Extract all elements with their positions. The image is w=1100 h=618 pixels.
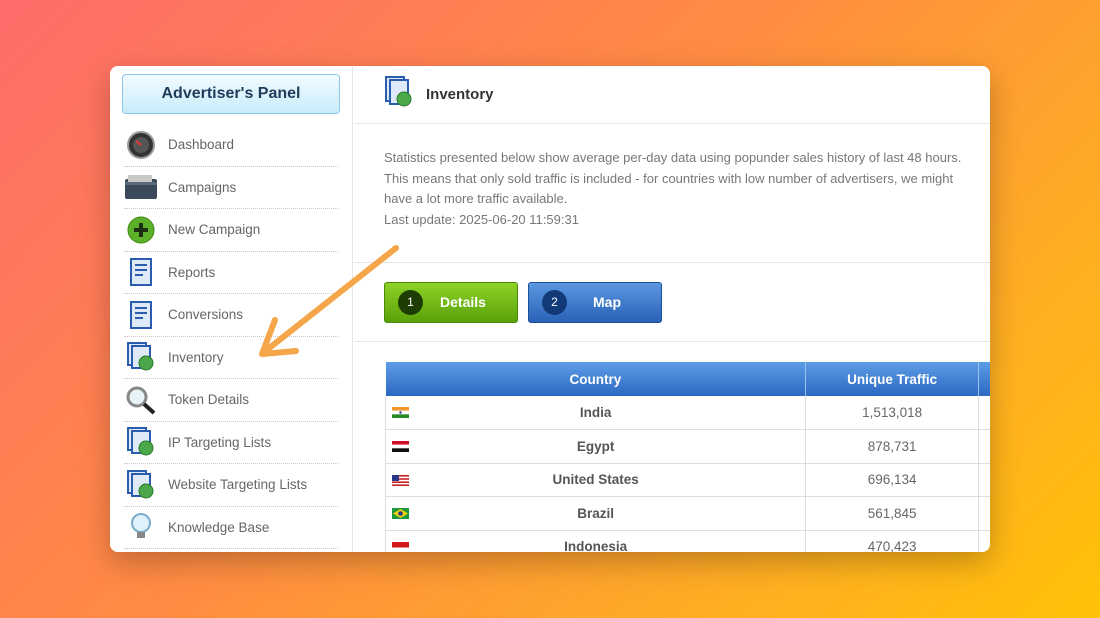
sidebar-item-campaigns[interactable]: Campaigns	[124, 167, 338, 209]
inventory-icon	[124, 340, 158, 374]
egypt-flag-icon	[392, 441, 409, 452]
extra-cell	[978, 496, 990, 531]
inventory-icon	[124, 425, 158, 459]
sidebar-item-label: Website Targeting Lists	[168, 477, 308, 493]
country-cell: India	[384, 396, 807, 430]
inventory-icon	[384, 76, 414, 113]
sidebar-item-website-targeting-lists[interactable]: Website Targeting Lists	[124, 464, 338, 507]
sidebar-item-label: New Campaign	[168, 222, 261, 238]
inventory-description: Statistics presented below show average …	[354, 124, 990, 262]
divider	[354, 341, 990, 342]
country-cell: Indonesia	[384, 530, 807, 552]
sidebar-item-label: IP Targeting Lists	[168, 434, 272, 450]
page-title: Inventory	[426, 86, 494, 103]
extra-cell	[978, 530, 990, 552]
extra-cell	[978, 429, 990, 464]
description-line: have a lot more traffic available.	[384, 191, 568, 206]
table-row: Egypt 878,731	[384, 429, 990, 464]
sidebar-item-knowledge-base[interactable]: Knowledge Base	[124, 507, 338, 549]
last-update-text: Last update: 2025-06-20 11:59:31	[384, 211, 579, 227]
details-tab-button[interactable]: 1 Details	[384, 281, 518, 323]
sidebar-item-dashboard[interactable]: Dashboard	[124, 124, 338, 167]
country-name: United States	[552, 472, 639, 488]
table-row: Indonesia 470,423	[384, 530, 990, 552]
table-row: India 1,513,018	[384, 396, 990, 430]
wallet-icon	[124, 170, 158, 204]
lightbulb-icon	[124, 510, 158, 544]
column-header-country[interactable]: Country	[385, 362, 807, 396]
sidebar-item-label: Conversions	[168, 307, 244, 323]
map-tab-button[interactable]: 2 Map	[528, 281, 662, 323]
country-name: Indonesia	[564, 539, 628, 552]
traffic-cell: 878,731	[805, 429, 980, 464]
country-name: Egypt	[576, 438, 615, 454]
tab-number: 2	[542, 289, 567, 315]
sidebar-nav: Dashboard Campaigns New Campaign Reports	[124, 124, 338, 549]
traffic-cell: 561,845	[805, 496, 980, 531]
country-cell: Brazil	[384, 496, 807, 531]
column-header-extra	[978, 362, 990, 396]
report-icon	[124, 255, 158, 289]
report-icon	[124, 298, 158, 332]
country-cell: United States	[384, 463, 807, 497]
description-line: Statistics presented below show average …	[384, 150, 962, 165]
us-flag-icon	[392, 474, 409, 486]
inventory-icon	[124, 468, 158, 502]
description-line: This means that only sold traffic is inc…	[384, 170, 954, 186]
gauge-icon	[124, 128, 158, 162]
sidebar: Advertiser's Panel Dashboard Campaigns N…	[110, 66, 353, 552]
country-name: India	[579, 405, 612, 420]
sidebar-item-label: Campaigns	[168, 179, 237, 195]
country-cell: Egypt	[384, 429, 807, 464]
tab-label: Map	[593, 294, 621, 310]
sidebar-item-reports[interactable]: Reports	[124, 252, 338, 294]
sidebar-item-label: Reports	[168, 264, 216, 280]
panel-title: Advertiser's Panel	[122, 74, 340, 114]
traffic-cell: 470,423	[805, 530, 980, 552]
sidebar-item-ip-targeting-lists[interactable]: IP Targeting Lists	[124, 422, 338, 464]
country-name: Brazil	[577, 505, 615, 521]
magnifier-icon	[124, 383, 158, 417]
india-flag-icon	[392, 407, 409, 418]
sidebar-item-token-details[interactable]: Token Details	[124, 379, 338, 422]
brazil-flag-icon	[392, 508, 409, 519]
tab-label: Details	[440, 294, 486, 310]
browser-window: Advertiser's Panel Dashboard Campaigns N…	[110, 66, 990, 552]
traffic-cell: 1,513,018	[805, 396, 980, 430]
extra-cell	[978, 463, 990, 497]
inventory-table: Country Unique Traffic India 1,513,018 E…	[384, 362, 990, 552]
sidebar-item-label: Knowledge Base	[168, 519, 270, 535]
tab-number: 1	[398, 289, 423, 315]
extra-cell	[978, 396, 990, 430]
traffic-cell: 696,134	[805, 463, 980, 497]
indonesia-flag-icon	[392, 541, 409, 552]
table-row: United States 696,134	[384, 463, 990, 497]
plus-circle-icon	[124, 213, 158, 247]
sidebar-item-new-campaign[interactable]: New Campaign	[124, 209, 338, 252]
sidebar-item-inventory[interactable]: Inventory	[124, 337, 338, 379]
sidebar-item-conversions[interactable]: Conversions	[124, 294, 338, 337]
main-content: Inventory Statistics presented below sho…	[354, 66, 990, 552]
column-header-unique-traffic[interactable]: Unique Traffic	[805, 362, 980, 396]
view-tabs: 1 Details 2 Map	[354, 263, 990, 341]
sidebar-item-label: Inventory	[168, 349, 224, 365]
table-row: Brazil 561,845	[384, 496, 990, 531]
sidebar-item-label: Token Details	[168, 392, 250, 408]
page-header: Inventory	[354, 66, 990, 124]
sidebar-item-label: Dashboard	[168, 137, 235, 153]
